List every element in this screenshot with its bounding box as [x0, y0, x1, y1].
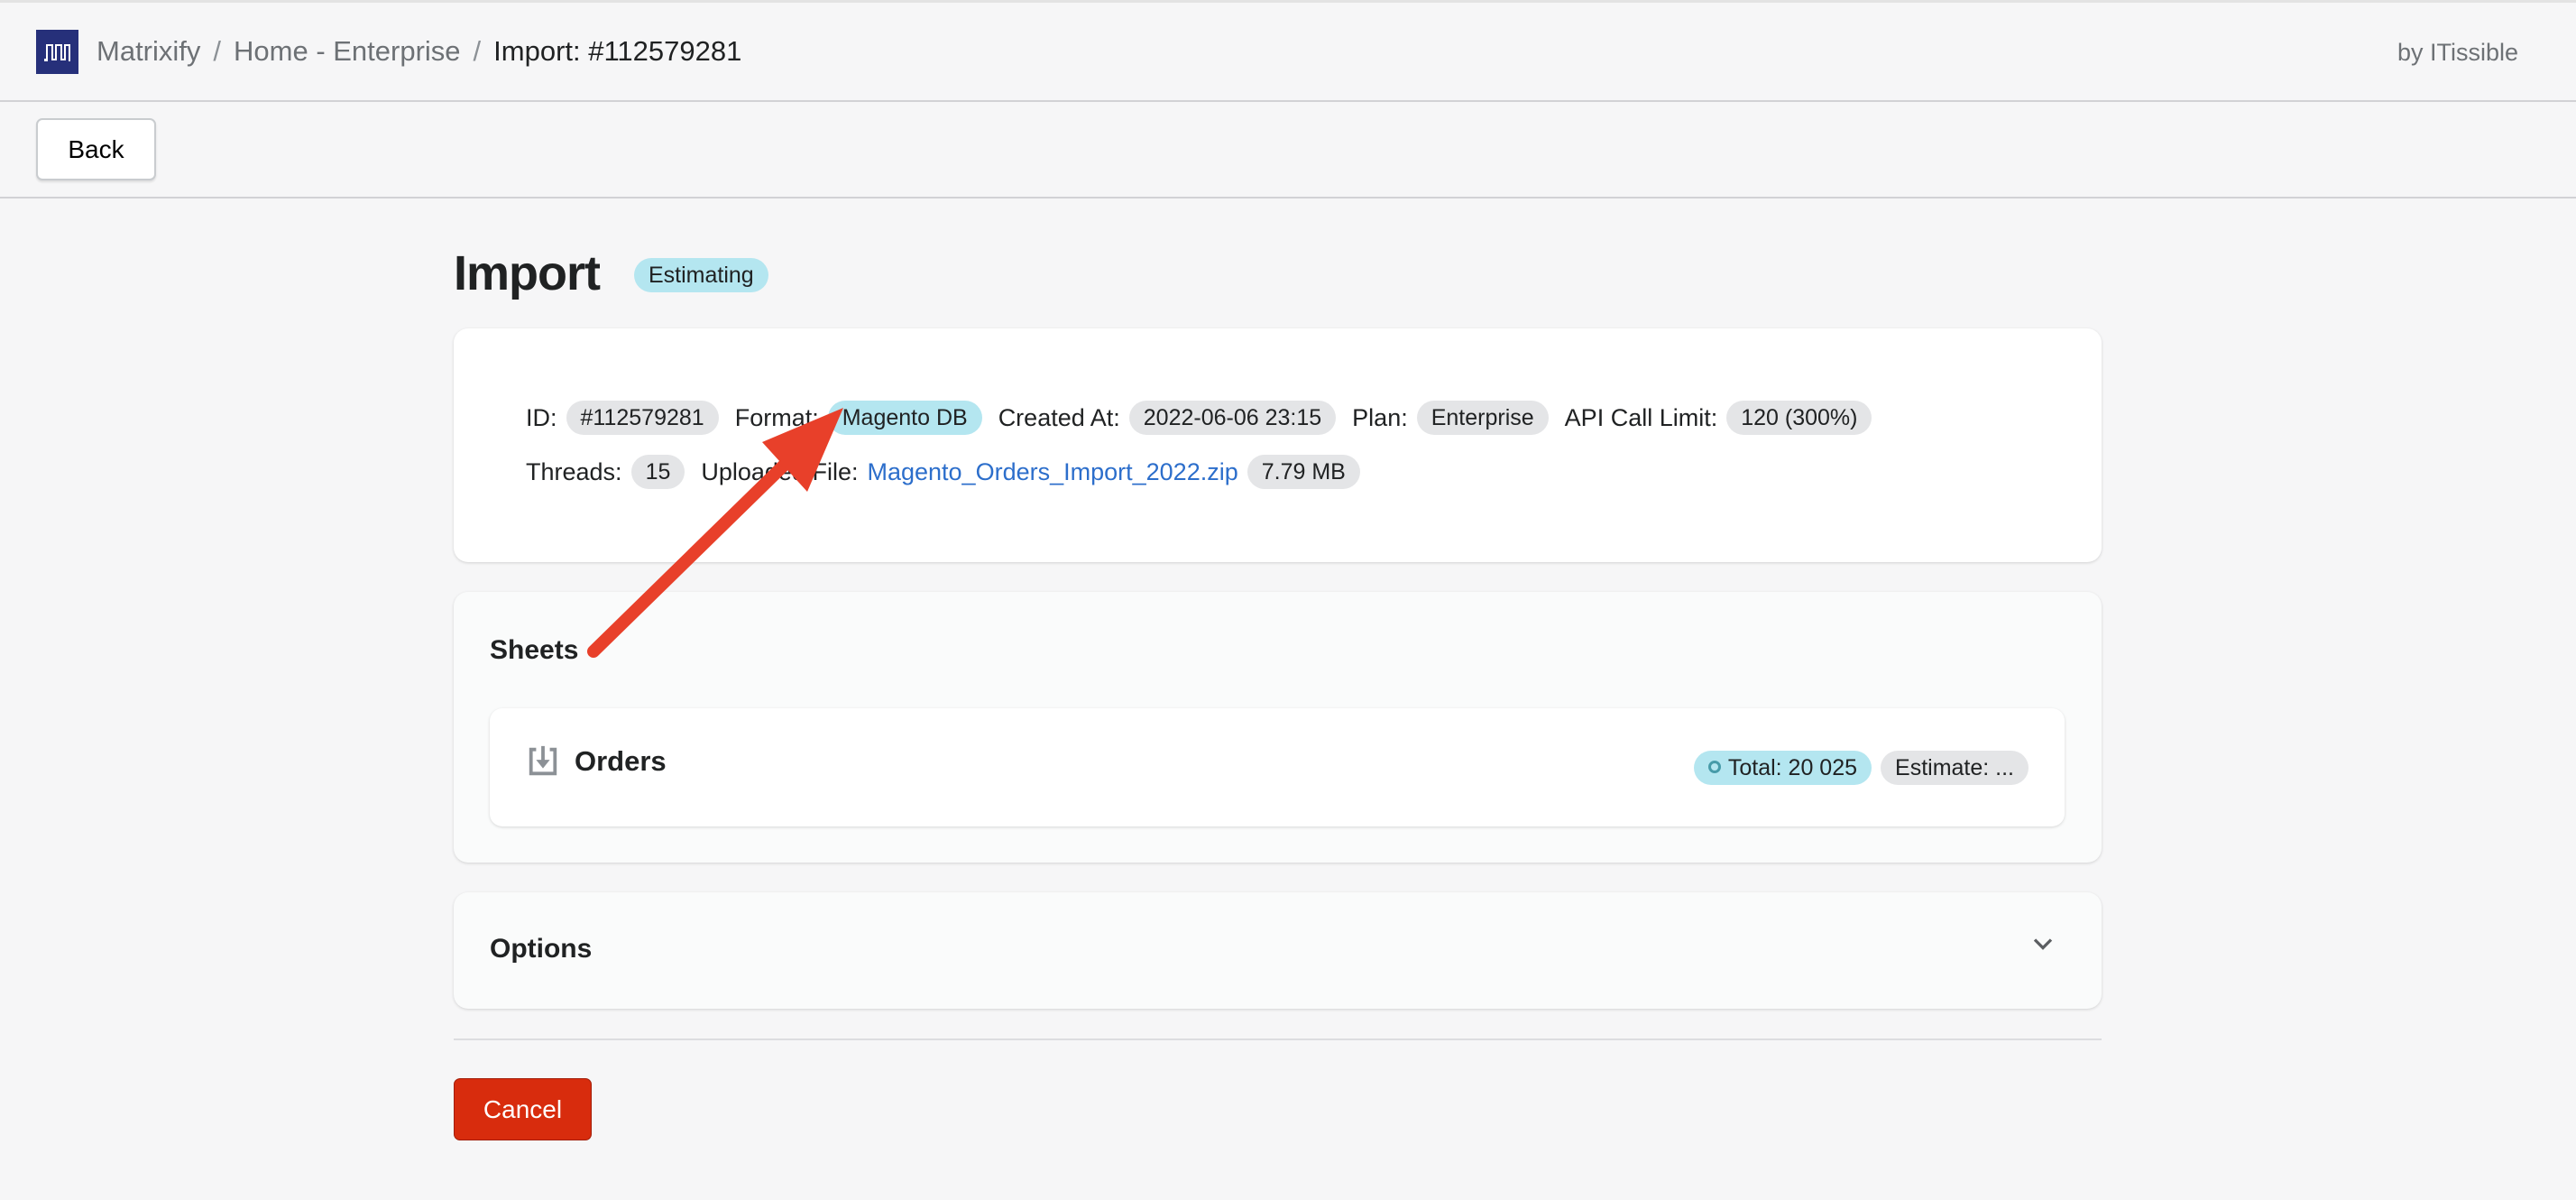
estimate-badge: Estimate: ...	[1881, 751, 2029, 785]
file-label: Uploaded File:	[701, 457, 859, 485]
breadcrumb-matrixify[interactable]: Matrixify	[97, 35, 200, 68]
breadcrumb-separator: /	[473, 35, 482, 67]
matrixify-logo-icon[interactable]	[36, 29, 78, 74]
back-button[interactable]: Back	[36, 118, 156, 180]
details-row-2: Threads: 15 Uploaded File: Magento_Order…	[526, 455, 1360, 489]
sheet-name: Orders	[575, 745, 667, 777]
total-badge: Total: 20 025	[1693, 751, 1872, 785]
page-title: Import	[454, 246, 601, 300]
file-size-badge: 7.79 MB	[1247, 455, 1360, 489]
api-badge: 120 (300%)	[1726, 401, 1872, 435]
details-card: ID: #112579281 Format: Magento DB Create…	[454, 328, 2102, 562]
format-label: Format:	[734, 403, 819, 431]
breadcrumb-current: Import: #112579281	[493, 35, 742, 67]
divider	[454, 1038, 2102, 1040]
cancel-button[interactable]: Cancel	[454, 1078, 592, 1140]
by-itissible[interactable]: by ITissible	[2397, 39, 2518, 67]
threads-badge: 15	[630, 455, 685, 489]
plan-label: Plan:	[1352, 403, 1408, 431]
plan-badge: Enterprise	[1416, 401, 1549, 435]
top-bar: Matrixify / Home - Enterprise / Import: …	[0, 0, 2576, 102]
sheet-item[interactable]: Orders Total: 20 025 Estimate: ...	[490, 708, 2065, 826]
details-row-1: ID: #112579281 Format: Magento DB Create…	[526, 401, 1872, 435]
api-label: API Call Limit:	[1564, 403, 1718, 431]
id-badge: #112579281	[566, 401, 719, 435]
sheets-card: Sheets Orders Total: 20 025 Estimate: ..…	[454, 592, 2102, 863]
total-text: Total: 20 025	[1727, 755, 1858, 780]
options-card[interactable]: Options	[454, 892, 2102, 1009]
file-link[interactable]: Magento_Orders_Import_2022.zip	[867, 458, 1237, 486]
format-badge: Magento DB	[827, 401, 982, 435]
import-icon	[529, 745, 557, 776]
action-bar: Back	[0, 102, 2576, 198]
threads-label: Threads:	[526, 457, 622, 485]
breadcrumb-separator: /	[213, 35, 222, 67]
options-title: Options	[490, 934, 593, 964]
id-label: ID:	[526, 403, 557, 431]
chevron-down-icon[interactable]	[2029, 930, 2056, 957]
sheets-title: Sheets	[490, 635, 579, 665]
created-badge: 2022-06-06 23:15	[1128, 401, 1337, 435]
breadcrumb-home[interactable]: Home - Enterprise	[234, 35, 461, 68]
progress-dot-icon	[1707, 761, 1721, 774]
status-badge: Estimating	[634, 258, 768, 292]
created-label: Created At:	[998, 403, 1120, 431]
